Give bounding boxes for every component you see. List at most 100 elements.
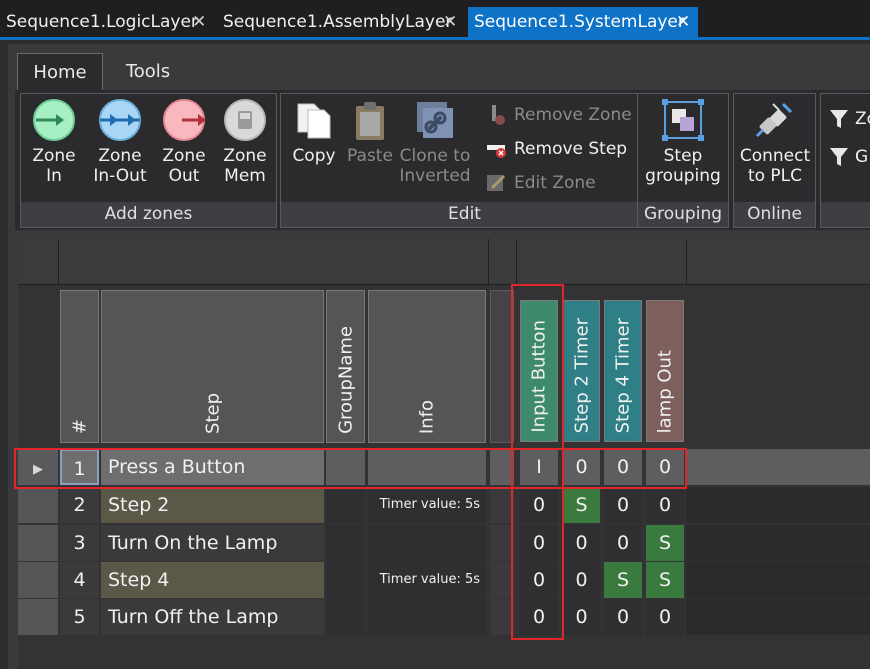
- sequence-grid: # Step GroupName Info Input Button Step …: [18, 235, 870, 669]
- column-header-label: Step: [202, 393, 223, 434]
- step-name[interactable]: Press a Button: [101, 449, 324, 485]
- connect-to-plc-button[interactable]: Connect to PLC: [736, 98, 814, 186]
- row-selector[interactable]: [18, 487, 58, 523]
- group-label-add-zones: Add zones: [21, 202, 276, 227]
- zone-state-cell[interactable]: 0: [520, 525, 558, 561]
- zone-state-cell[interactable]: 0: [604, 487, 642, 523]
- zone-state-cell[interactable]: S: [646, 562, 684, 598]
- filter-zones-button[interactable]: Zo: [829, 106, 870, 132]
- step-name[interactable]: Step 2: [101, 487, 324, 523]
- group-name-cell[interactable]: [326, 599, 365, 635]
- zone-state-cell[interactable]: S: [563, 487, 600, 523]
- row-filler: [686, 449, 870, 485]
- zone-state-cell[interactable]: 0: [604, 525, 642, 561]
- doc-tab-system-layer[interactable]: Sequence1.SystemLayer ✕: [468, 7, 698, 37]
- column-header-info[interactable]: Info: [368, 290, 486, 443]
- doc-tab-label: Sequence1.AssemblyLayer: [223, 12, 453, 32]
- zone-out-label: Zone Out: [162, 146, 206, 186]
- filter-groups-button[interactable]: G: [829, 144, 868, 170]
- close-icon[interactable]: ✕: [443, 7, 457, 37]
- zone-state-cell[interactable]: 0: [563, 525, 600, 561]
- info-cell: [368, 525, 486, 561]
- row-selector[interactable]: [18, 525, 58, 561]
- zone-state-cell[interactable]: 0: [563, 599, 600, 635]
- zone-in-button[interactable]: Zone In: [25, 98, 83, 186]
- tab-home[interactable]: Home: [17, 53, 103, 93]
- group-grouping: Step grouping Grouping: [637, 93, 729, 228]
- zone-out-icon: [163, 99, 206, 141]
- zone-state-cell[interactable]: 0: [520, 487, 558, 523]
- zone-header-lamp-out[interactable]: lamp Out: [646, 300, 684, 442]
- zone-state-cell[interactable]: 0: [604, 599, 642, 635]
- row-filler: [686, 562, 870, 598]
- zone-state-cell[interactable]: 0: [520, 599, 558, 635]
- group-name-cell[interactable]: [326, 562, 365, 598]
- copy-label: Copy: [292, 146, 336, 166]
- spacer-cell: [490, 562, 514, 598]
- zone-state-cell[interactable]: 0: [563, 562, 600, 598]
- clone-link-icon: [417, 102, 453, 138]
- zone-state-cell[interactable]: 0: [646, 449, 684, 485]
- row-selector[interactable]: [18, 562, 58, 598]
- row-selector[interactable]: [18, 599, 58, 635]
- table-row[interactable]: 3 Turn On the Lamp 0 0 0 S: [18, 525, 870, 562]
- column-header-groupname[interactable]: GroupName: [326, 290, 365, 443]
- tab-tools[interactable]: Tools: [110, 53, 186, 93]
- zone-state-cell[interactable]: 0: [604, 449, 642, 485]
- table-row[interactable]: 5 Turn Off the Lamp 0 0 0 0: [18, 599, 870, 636]
- close-icon[interactable]: ✕: [676, 7, 690, 37]
- zone-state-cell[interactable]: 0: [646, 599, 684, 635]
- group-name-cell[interactable]: [326, 525, 365, 561]
- group-add-zones: Zone In Zone In-Out Zone Out Zone Mem Ad…: [20, 93, 277, 228]
- zone-state-cell[interactable]: 0: [520, 562, 558, 598]
- clone-to-inverted-button[interactable]: Clone to Inverted: [395, 98, 475, 186]
- connect-to-plc-label: Connect to PLC: [739, 146, 811, 186]
- grid-group-header: [18, 235, 870, 285]
- zone-out-button[interactable]: Zone Out: [157, 98, 211, 186]
- column-header-label: GroupName: [335, 326, 356, 434]
- group-name-cell[interactable]: [326, 449, 365, 485]
- info-cell: Timer value: 5s: [368, 487, 486, 523]
- paste-button[interactable]: Paste: [345, 98, 395, 166]
- zone-header-input-button[interactable]: Input Button: [520, 300, 558, 442]
- step-name[interactable]: Turn Off the Lamp: [101, 599, 324, 635]
- zone-state-cell[interactable]: S: [646, 525, 684, 561]
- row-number: 1: [60, 449, 99, 485]
- zone-state-cell[interactable]: I: [520, 449, 558, 485]
- column-header-step[interactable]: Step: [101, 290, 324, 443]
- remove-zone-icon: [492, 105, 505, 125]
- step-grouping-button[interactable]: Step grouping: [640, 98, 726, 186]
- doc-tab-assembly-layer[interactable]: Sequence1.AssemblyLayer ✕: [217, 7, 467, 37]
- table-row[interactable]: 2 Step 2 Timer value: 5s 0 S 0 0: [18, 487, 870, 524]
- step-name[interactable]: Turn On the Lamp: [101, 525, 324, 561]
- doc-tab-label: Sequence1.SystemLayer: [474, 12, 685, 32]
- zone-state-cell[interactable]: 0: [646, 487, 684, 523]
- zone-header-step-4-timer[interactable]: Step 4 Timer: [604, 300, 642, 442]
- edit-zone-button[interactable]: Edit Zone: [486, 170, 596, 196]
- remove-step-button[interactable]: Remove Step: [486, 136, 627, 162]
- copy-button[interactable]: Copy: [285, 98, 343, 166]
- remove-zone-button[interactable]: Remove Zone: [486, 102, 632, 128]
- row-number: 5: [60, 599, 99, 635]
- doc-tab-logic-layer[interactable]: Sequence1.LogicLayer ✕: [0, 7, 218, 37]
- column-header-number[interactable]: #: [60, 290, 99, 443]
- close-icon[interactable]: ✕: [192, 7, 206, 37]
- paste-label: Paste: [347, 146, 393, 166]
- zone-in-out-button[interactable]: Zone In-Out: [89, 98, 151, 186]
- step-name[interactable]: Step 4: [101, 562, 324, 598]
- group-name-cell[interactable]: [326, 487, 365, 523]
- current-row-arrow-icon: ▶: [33, 462, 43, 477]
- remove-step-icon: [487, 145, 506, 158]
- table-row[interactable]: 4 Step 4 Timer value: 5s 0 0 S S: [18, 562, 870, 599]
- row-filler: [686, 487, 870, 523]
- table-row[interactable]: ▶ 1 Press a Button I 0 0 0: [18, 449, 870, 486]
- zone-header-step-2-timer[interactable]: Step 2 Timer: [563, 300, 600, 442]
- info-cell: [368, 599, 486, 635]
- spacer-cell: [490, 487, 514, 523]
- group-label-online: Online: [734, 202, 815, 227]
- zone-state-cell[interactable]: S: [604, 562, 642, 598]
- zone-state-cell[interactable]: 0: [563, 449, 600, 485]
- row-selector[interactable]: ▶: [18, 449, 58, 485]
- zone-mem-button[interactable]: Zone Mem: [217, 98, 273, 186]
- row-filler: [686, 599, 870, 635]
